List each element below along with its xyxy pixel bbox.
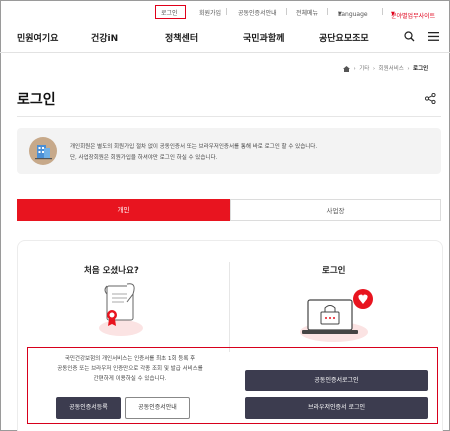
cert-login-button[interactable]: 공동인증서로그인 (245, 370, 428, 391)
laptop-lock-icon (300, 289, 373, 342)
breadcrumb: › 기타 › 회원서비스 › 로그인 (343, 64, 428, 72)
description-line: 공동인증 또는 브라우저 인증만으로 각종 조회 및 발급 서비스를 (57, 366, 203, 372)
panel-divider (229, 262, 230, 352)
notice-box: 개인회원은 별도의 회원가입 절차 없이 공동인증서 또는 브라우저인증서를 통… (17, 128, 441, 174)
breadcrumb-separator: › (405, 66, 412, 72)
title-divider (17, 116, 441, 117)
breadcrumb-item[interactable]: 회원서비스 (379, 66, 404, 72)
nav-item-corporation[interactable]: 공단요모조모 (319, 31, 369, 44)
language-label: Language (338, 11, 368, 18)
login-heading: 로그인 (322, 266, 346, 276)
breadcrumb-current: 로그인 (413, 66, 429, 72)
cert-guide-button[interactable]: 공동인증서안내 (125, 397, 190, 419)
nav-item-policy-center[interactable]: 정책센터 (165, 31, 198, 44)
certificate-icon (99, 283, 143, 336)
home-icon[interactable] (343, 65, 350, 72)
login-link[interactable]: 로그인 (161, 8, 178, 17)
nav-item-minwon[interactable]: 민원여기요 (17, 31, 58, 44)
building-icon (29, 137, 57, 165)
breadcrumb-separator: › (351, 66, 358, 72)
nav-divider (0, 52, 450, 53)
notice-line-1: 개인회원은 별도의 회원가입 절차 없이 공동인증서 또는 브라우저인증서를 통… (70, 144, 318, 150)
hamburger-menu-icon[interactable] (428, 32, 439, 41)
caret-down-icon: ▼ (391, 11, 395, 17)
tab-business[interactable]: 사업장 (230, 199, 441, 221)
nav-item-health-in[interactable]: 건강iN (91, 31, 118, 44)
description-line: 간편하게 이용하실 수 있습니다. (93, 376, 167, 382)
search-icon[interactable] (404, 31, 415, 42)
first-visit-heading: 처음 오셨나요? (84, 266, 139, 276)
description-line: 국민건강보험의 개인서비스는 인증서를 최초 1회 등록 후 (64, 356, 196, 362)
share-icon[interactable] (425, 93, 436, 104)
main-nav: 민원여기요 건강iN 정책센터 국민과함께 공단요모조모 (0, 26, 450, 50)
utility-bar: 로그인 회원가입 공동인증서안내 전체메뉴 Language ▼ 분야별업무사이… (0, 5, 450, 20)
first-visit-description: 국민건강보험의 개인서비스는 인증서를 최초 1회 등록 후 공동인증 또는 브… (35, 354, 225, 384)
signup-link[interactable]: 회원가입 (199, 8, 221, 17)
divider (382, 8, 383, 15)
caret-down-icon: ▼ (338, 11, 342, 17)
all-menu-link[interactable]: 전체메뉴 (296, 8, 318, 17)
cert-register-button[interactable]: 공동인증서등록 (56, 397, 121, 419)
notice-line-2: 단, 사업장회원은 회원가입을 하셔야만 로그인 하실 수 있습니다. (70, 155, 218, 161)
page-title: 로그인 (17, 92, 56, 108)
breadcrumb-item[interactable]: 기타 (359, 66, 369, 72)
related-sites-label: 분야별업무사이트 (391, 13, 436, 20)
browser-cert-login-button[interactable]: 브라우저인증서 로그인 (245, 397, 428, 419)
breadcrumb-separator: › (371, 66, 377, 72)
divider (327, 8, 328, 15)
divider (286, 8, 287, 15)
nav-item-with-people[interactable]: 국민과함께 (243, 31, 284, 44)
tab-personal[interactable]: 개인 (17, 199, 230, 221)
divider (226, 8, 227, 15)
cert-guide-link[interactable]: 공동인증서안내 (238, 8, 277, 17)
